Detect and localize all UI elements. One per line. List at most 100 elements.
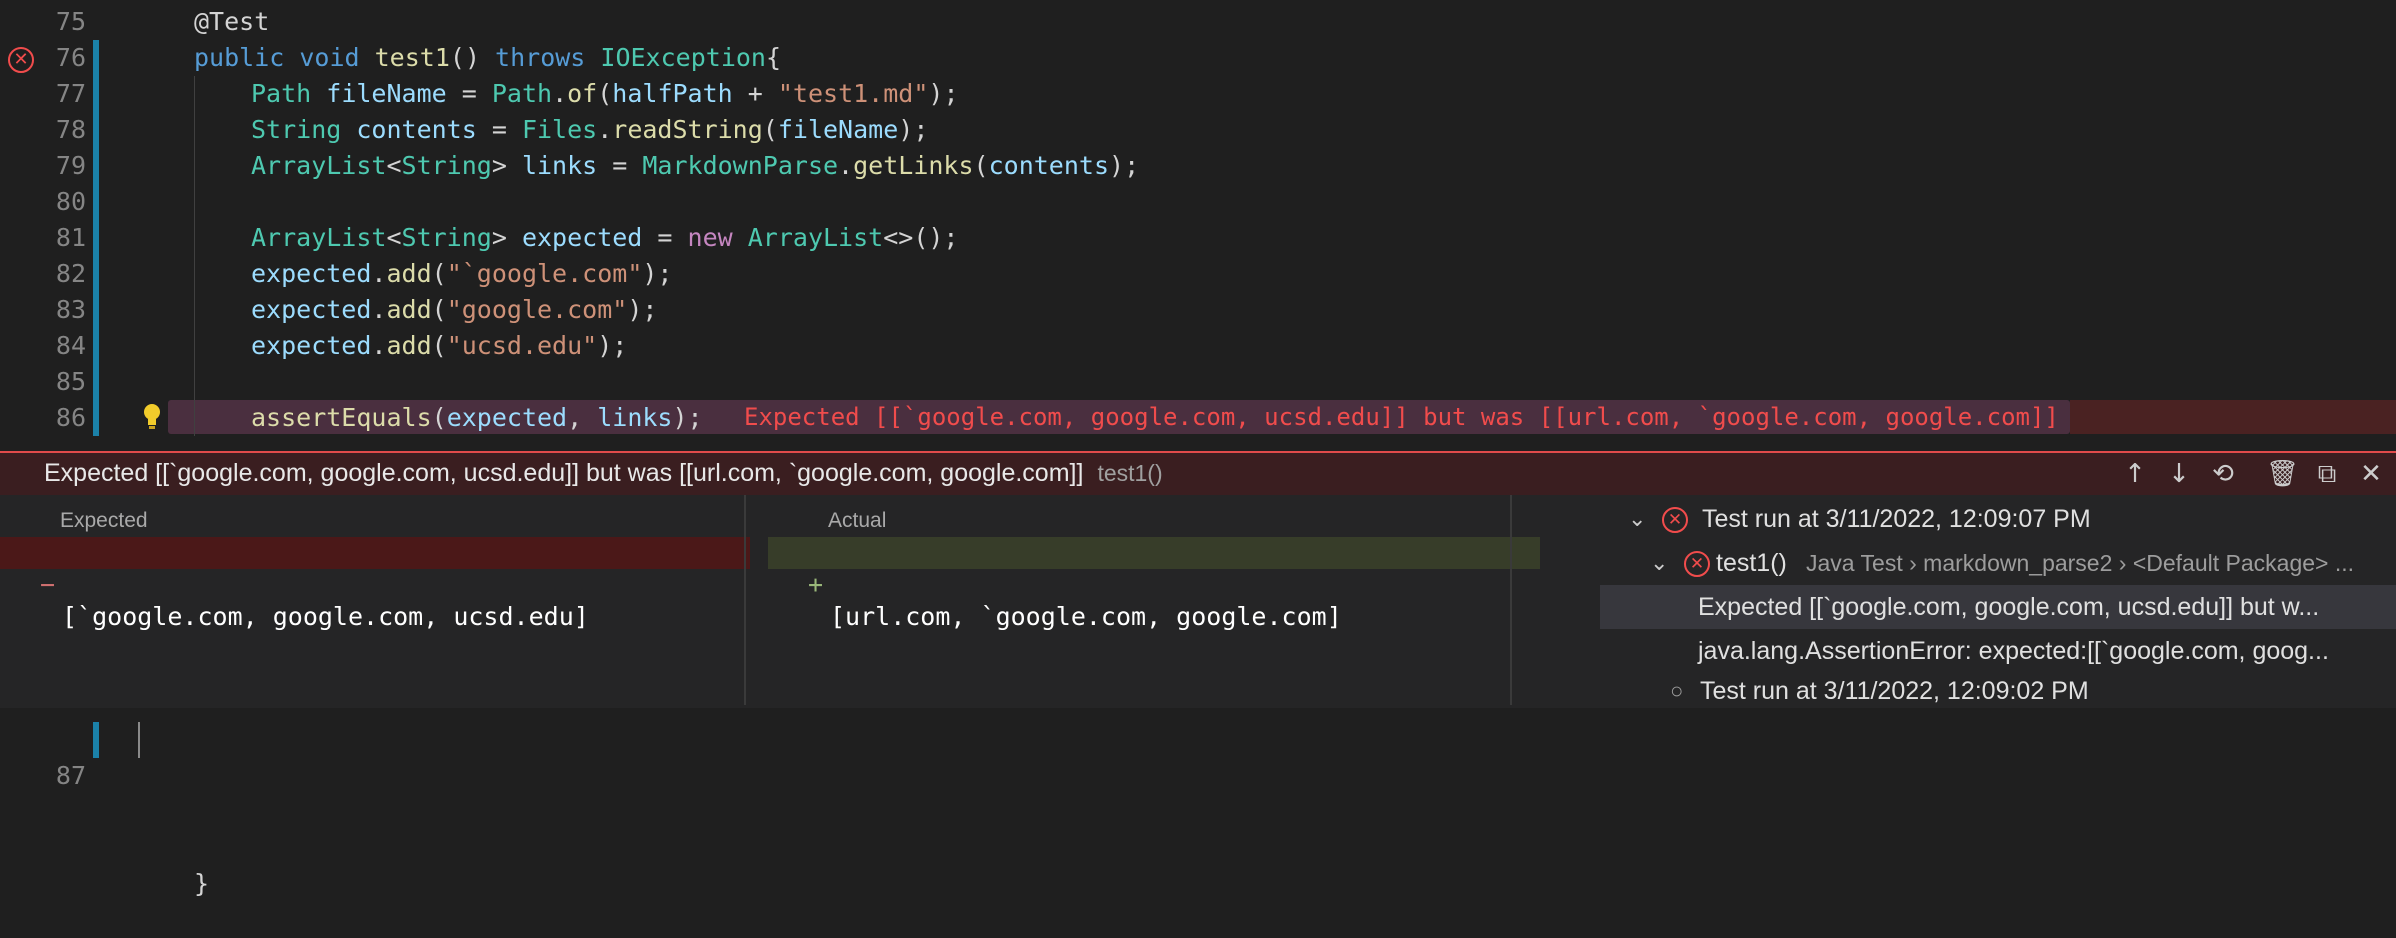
code-token: . [597, 115, 613, 144]
failure-message-item[interactable]: Expected [[`google.com, google.com, ucsd… [1600, 585, 2396, 629]
code-token: . [371, 331, 387, 360]
modified-gutter-bar [93, 722, 99, 758]
test-method-item[interactable]: ⌄ ✕ test1() Java Test › markdown_parse2 … [1600, 541, 2396, 585]
code-text: Path fileName = Path.of(halfPath + "test… [251, 76, 959, 112]
line-number: 79 [55, 151, 86, 180]
code-token: "google.com" [446, 295, 628, 324]
line-number: 81 [55, 223, 86, 252]
test-run-item[interactable]: ⌄ ✕ Test run at 3/11/2022, 12:09:07 PM [1600, 497, 2396, 541]
code-token: assertEquals [251, 403, 432, 432]
circle-icon: ○ [1670, 678, 1684, 703]
line-number: 84 [55, 331, 86, 360]
code-token: "`google.com" [446, 259, 643, 288]
code-line[interactable]: 79 ArrayList<String> links = MarkdownPars… [0, 148, 2396, 184]
close-icon[interactable]: ✕ [2356, 459, 2386, 489]
modified-gutter-bar [93, 364, 99, 400]
test-method-detail: Java Test › markdown_parse2 › <Default P… [1806, 550, 2355, 576]
arrow-down-icon[interactable]: ↓ [2164, 459, 2194, 489]
code-token: String [251, 115, 357, 144]
test-run-item[interactable]: ○ Test run at 3/11/2022, 12:09:02 PM [1600, 669, 2396, 705]
indent-guide [194, 328, 195, 364]
peek-error-message: Expected [[`google.com, google.com, ucsd… [44, 459, 1084, 487]
code-text: assertEquals(expected, links); [251, 400, 703, 436]
code-token: add [386, 259, 432, 288]
code-token: , [567, 403, 598, 432]
code-token: () [449, 43, 496, 72]
test-method-label: test1() [1716, 549, 1787, 577]
code-line[interactable]: 85 [0, 364, 2396, 400]
code-token: add [386, 331, 432, 360]
inline-error-message: Expected [[`google.com, google.com, ucsd… [744, 403, 2059, 431]
code-text: } [194, 869, 210, 898]
code-token: "ucsd.edu" [446, 331, 598, 360]
code-text: @Test [194, 4, 269, 40]
chevron-down-icon[interactable]: ⌄ [1628, 498, 1650, 541]
code-text: ArrayList<String> links = MarkdownParse.… [251, 148, 1139, 184]
code-token: . [371, 295, 387, 324]
code-text: String contents = Files.readString(fileN… [251, 112, 928, 148]
indent-guide [194, 148, 195, 184]
expected-diff-line[interactable]: − [`google.com, google.com, ucsd.edu] [0, 537, 750, 631]
trash-icon[interactable]: 🗑 [2266, 459, 2299, 489]
code-token: { [765, 43, 782, 72]
diff-divider[interactable] [744, 495, 746, 705]
chevron-down-icon[interactable]: ⌄ [1650, 542, 1672, 585]
actual-label: Actual [828, 509, 887, 532]
code-token: + [732, 79, 778, 108]
stacktrace-item[interactable]: java.lang.AssertionError: expected:[[`go… [1600, 629, 2396, 673]
code-token: ); [642, 259, 673, 288]
line-number: 77 [55, 79, 86, 108]
removed-sign: − [40, 570, 56, 599]
lightbulb-icon[interactable] [140, 402, 164, 432]
code-line[interactable]: 83 expected.add("google.com"); [0, 292, 2396, 328]
code-line[interactable]: 75 @Test [0, 4, 2396, 40]
code-token: expected [251, 331, 372, 360]
code-line[interactable]: 82 expected.add("`google.com"); [0, 256, 2396, 292]
code-line[interactable]: 87 } [0, 722, 2396, 898]
stacktrace-label: java.lang.AssertionError: expected:[[`go… [1698, 637, 2329, 665]
arrow-up-icon[interactable]: ↑ [2120, 459, 2150, 489]
code-line[interactable]: 78 String contents = Files.readString(fil… [0, 112, 2396, 148]
code-token: contents [356, 115, 477, 144]
code-line[interactable]: 80 [0, 184, 2396, 220]
error-icon: ✕ [1662, 507, 1688, 534]
code-token: links [521, 151, 598, 180]
code-line[interactable]: 77 Path fileName = Path.of(halfPath + "te… [0, 76, 2396, 112]
open-external-icon[interactable]: ⧉ [2312, 459, 2342, 489]
code-token: = [597, 151, 643, 180]
code-token: ( [431, 295, 447, 324]
actual-diff-line[interactable]: + [url.com, `google.com, google.com] [768, 537, 1540, 631]
code-text: public void test1() throws IOException{ [194, 40, 781, 76]
code-token: links [597, 403, 673, 432]
line-number: 82 [55, 259, 86, 288]
code-token: ( [431, 403, 447, 432]
code-line[interactable]: 76 ✕ public void test1() throws IOExceptio… [0, 40, 2396, 76]
history-icon[interactable]: ⟲ [2208, 459, 2238, 489]
indent-guide [194, 112, 195, 148]
code-editor-continued[interactable]: 87 } [0, 708, 2396, 898]
code-token: of [567, 79, 598, 108]
code-token: = [476, 115, 522, 144]
code-token: ); [1109, 151, 1140, 180]
indent-guide [194, 184, 195, 220]
code-token: fileName [777, 115, 899, 144]
code-line[interactable]: 81 ArrayList<String> expected = new Array… [0, 220, 2396, 256]
code-token: . [552, 79, 568, 108]
diff-scrollbar[interactable] [1510, 495, 1512, 705]
code-text: expected.add("`google.com"); [251, 256, 672, 292]
code-line[interactable]: 84 expected.add("ucsd.edu"); [0, 328, 2396, 364]
peek-test-name: test1() [1097, 460, 1163, 486]
code-token: test1 [374, 43, 450, 72]
code-editor[interactable]: 75 @Test 76 ✕ public void test1() throws IOE… [0, 0, 2396, 450]
code-token: . [838, 151, 854, 180]
indent-guide [194, 256, 195, 292]
code-token: ); [672, 403, 703, 432]
expected-label: Expected [60, 509, 148, 532]
code-token: ( [431, 259, 447, 288]
error-icon[interactable]: ✕ [8, 47, 34, 73]
code-token: expected [446, 403, 568, 432]
code-text: ArrayList<String> expected = new ArrayLi… [251, 220, 958, 256]
code-token: ( [597, 79, 613, 108]
code-token: ArrayList [251, 151, 387, 180]
code-token: halfPath [612, 79, 733, 108]
